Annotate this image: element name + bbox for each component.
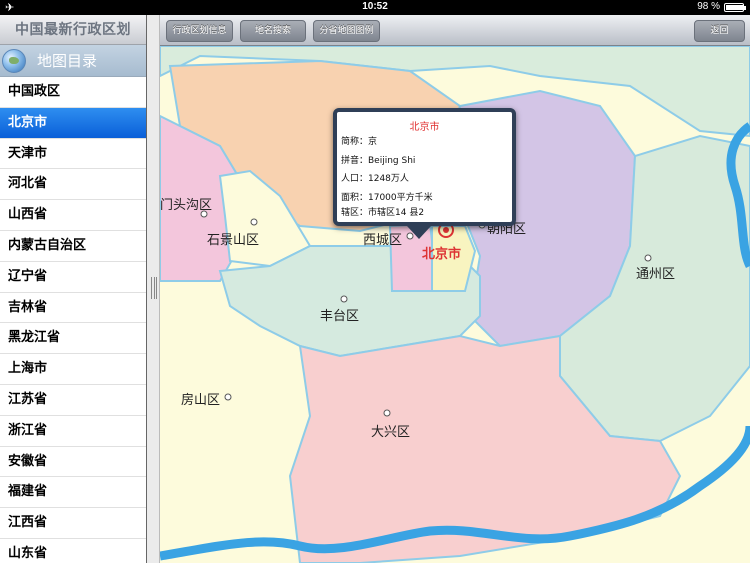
list-item[interactable]: 河北省 — [0, 169, 146, 201]
place-search-button[interactable]: 地名搜索 — [240, 20, 306, 42]
battery-icon — [724, 3, 746, 12]
list-item[interactable]: 内蒙古自治区 — [0, 231, 146, 262]
status-bar: ✈ 10:52 98 % — [0, 0, 750, 15]
callout-pointer — [407, 226, 431, 239]
admin-division-info-button[interactable]: 行政区划信息 — [166, 20, 233, 42]
section-header-label: 地图目录 — [37, 52, 98, 70]
sidebar-title: 中国最新行政区划 — [0, 15, 146, 45]
place-label-tongzhou[interactable]: 通州区 — [636, 263, 675, 282]
place-label-shijingshan[interactable]: 石景山区 — [207, 229, 259, 248]
list-item[interactable]: 吉林省 — [0, 293, 146, 324]
place-label-mentougou[interactable]: 门头沟区 — [160, 194, 212, 213]
list-item[interactable]: 黑龙江省 — [0, 323, 146, 355]
callout-title: 北京市 — [409, 122, 440, 133]
list-item[interactable]: 山东省 — [0, 539, 146, 563]
sidebar: 中国最新行政区划 地图目录 中国政区 北京市 天津市 河北省 山西省 内蒙古自治… — [0, 15, 147, 563]
province-legend-button[interactable]: 分省地图图例 — [313, 20, 380, 42]
section-header-map-catalog: 地图目录 — [0, 45, 146, 77]
callout-area: 面积：17000平方千米 — [341, 192, 433, 203]
region-list: 中国政区 北京市 天津市 河北省 山西省 内蒙古自治区 辽宁省 吉林省 黑龙江省… — [0, 77, 146, 563]
drag-handle-icon[interactable] — [151, 277, 157, 299]
callout-population: 人口：1248万人 — [341, 174, 409, 184]
place-label-fengtai[interactable]: 丰台区 — [320, 305, 359, 324]
list-item[interactable]: 天津市 — [0, 139, 146, 170]
list-item[interactable]: 辽宁省 — [0, 262, 146, 293]
list-item[interactable]: 福建省 — [0, 477, 146, 509]
globe-icon — [2, 49, 26, 73]
place-label-xicheng[interactable]: 西城区 — [363, 229, 402, 248]
status-time: 10:52 — [362, 1, 388, 12]
list-item[interactable]: 中国政区 — [0, 77, 146, 108]
list-item[interactable]: 江苏省 — [0, 385, 146, 416]
region-info-callout: 北京市 简称：京 拼音：Beijing Shi 人口：1248万人 面积：170… — [333, 108, 516, 226]
place-label-daxing[interactable]: 大兴区 — [371, 421, 410, 440]
list-item[interactable]: 江西省 — [0, 508, 146, 539]
place-label-fangshan[interactable]: 房山区 — [181, 389, 220, 408]
list-item[interactable]: 山西省 — [0, 200, 146, 231]
list-item[interactable]: 安徽省 — [0, 447, 146, 478]
callout-abbreviation: 简称：京 — [341, 137, 378, 147]
split-view-divider[interactable] — [147, 15, 160, 563]
back-button[interactable]: 返回 — [694, 20, 745, 42]
callout-pinyin: 拼音：Beijing Shi — [341, 155, 416, 166]
map-view[interactable]: 门头沟区 石景山区 西城区 朝阳区 北京市 通州区 丰台区 房山区 大兴区 北京… — [160, 46, 750, 563]
battery-percentage: 98 % — [697, 1, 720, 12]
list-item[interactable]: 上海市 — [0, 354, 146, 385]
place-label-beijing[interactable]: 北京市 — [422, 243, 461, 262]
toolbar: 行政区划信息 地名搜索 分省地图图例 返回 — [160, 15, 750, 46]
list-item-selected[interactable]: 北京市 — [0, 107, 146, 139]
list-item[interactable]: 浙江省 — [0, 416, 146, 447]
callout-districts: 辖区：市辖区14 县2 — [341, 208, 425, 218]
